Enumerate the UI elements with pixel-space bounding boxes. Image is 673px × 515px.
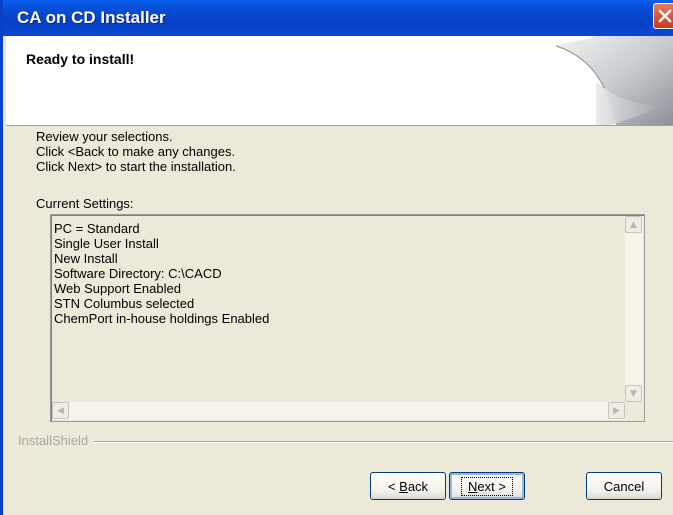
settings-line: Software Directory: C:\CACD [54,266,222,281]
window-title: CA on CD Installer [17,8,166,27]
instructions: Review your selections. Click <Back to m… [36,129,236,174]
page-heading: Ready to install! [26,51,135,67]
close-x-icon [658,9,672,23]
instruction-line: Click Next> to start the installation. [36,159,236,174]
scroll-right-arrow-icon[interactable]: ▶ [608,402,625,419]
settings-lines: PC = Standard Single User Install New In… [54,221,269,326]
settings-line: ChemPort in-house holdings Enabled [54,311,270,326]
header-panel: Ready to install! [6,36,673,126]
scrollbar-corner [625,402,643,420]
settings-line: New Install [54,251,118,266]
close-button[interactable] [653,3,673,29]
scroll-down-arrow-icon[interactable]: ▼ [625,385,642,402]
back-prefix: < [387,478,400,494]
scroll-up-arrow-icon[interactable]: ▲ [625,216,642,233]
title-bar[interactable]: CA on CD Installer [3,0,673,36]
back-button[interactable]: < Back [370,472,446,500]
settings-listbox[interactable]: PC = Standard Single User Install New In… [50,214,645,422]
next-focus: Next > [461,476,513,496]
next-button[interactable]: Next > [449,472,525,500]
vertical-scrollbar[interactable]: ▲ ▼ [625,216,643,402]
current-settings-label: Current Settings: [36,196,134,211]
back-label: ack [407,478,429,494]
page-curl-logo [555,36,673,125]
settings-line: Single User Install [54,236,159,251]
cancel-button[interactable]: Cancel [586,472,662,500]
footer-divider [18,441,673,443]
settings-line: STN Columbus selected [54,296,195,311]
instruction-line: Review your selections. [36,129,173,144]
horizontal-scrollbar[interactable]: ◀ ▶ [52,402,625,420]
settings-line: PC = Standard [54,221,140,236]
next-label: ext > [477,478,506,494]
installshield-brand: InstallShield [18,433,95,448]
instruction-line: Click <Back to make any changes. [36,144,236,159]
next-accelerator: N [468,478,478,494]
scroll-left-arrow-icon[interactable]: ◀ [52,402,69,419]
back-accelerator: B [399,478,408,494]
settings-line: Web Support Enabled [54,281,181,296]
installer-window: CA on CD Installer Ready to install! Rev… [0,0,673,515]
